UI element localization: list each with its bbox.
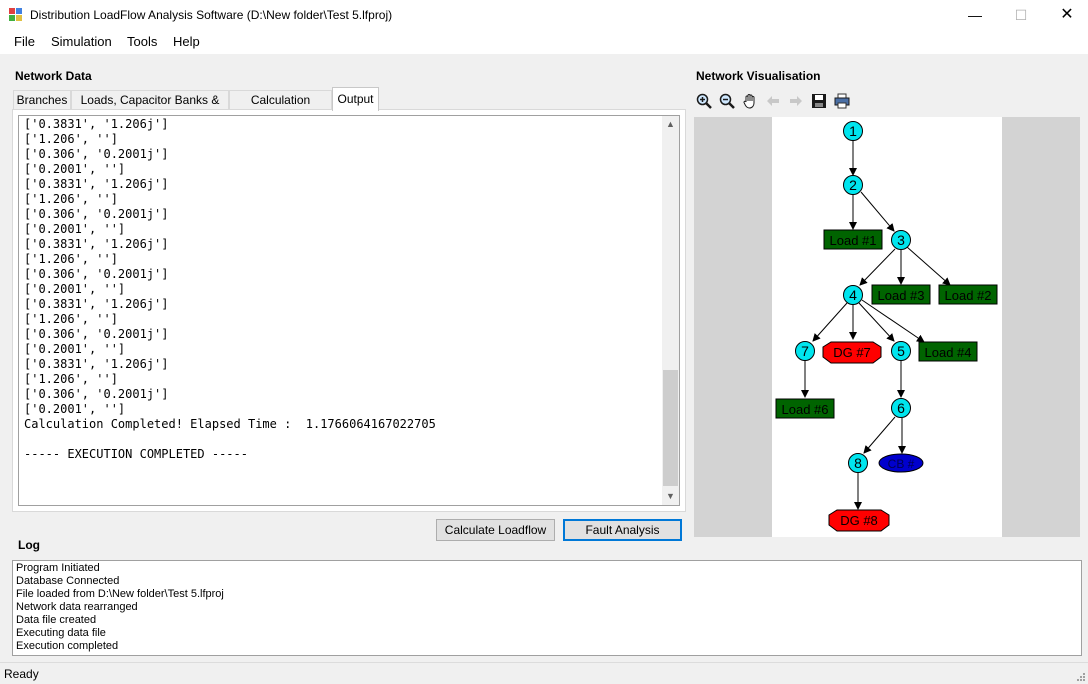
output-text: ['0.3831', '1.206j'] ['1.206', ''] ['0.306…: [24, 117, 436, 462]
output-line: ['0.2001', '']: [24, 282, 126, 296]
dg-label-8: DG #8: [840, 513, 878, 528]
edge-2-3: [860, 191, 895, 232]
bus-label-7: 7: [801, 343, 809, 359]
tab-calculation-settings[interactable]: Calculation Settings: [229, 90, 332, 126]
save-icon[interactable]: [811, 93, 827, 109]
zoom-in-icon[interactable]: [696, 93, 712, 109]
log-line: Executing data file: [16, 627, 106, 639]
load-label-3: Load #3: [878, 288, 925, 303]
output-line: ['0.306', '0.2001j']: [24, 327, 169, 341]
output-line: ----- EXECUTION COMPLETED -----: [24, 447, 248, 461]
log-line: Program Initiated: [16, 562, 100, 574]
output-line: ['1.206', '']: [24, 312, 118, 326]
output-line: ['0.3831', '1.206j']: [24, 177, 169, 191]
tab-branches[interactable]: Branches: [13, 90, 71, 110]
title-bar: Distribution LoadFlow Analysis Software …: [0, 0, 1088, 30]
scroll-down-icon[interactable]: ▼: [662, 488, 679, 505]
menu-file[interactable]: File: [14, 34, 35, 49]
bus-label-5: 5: [897, 343, 905, 359]
load-label-4: Load #4: [925, 345, 972, 360]
output-line: ['0.2001', '']: [24, 222, 126, 236]
output-line: ['1.206', '']: [24, 252, 118, 266]
output-scrollbar[interactable]: ▲ ▼: [662, 116, 679, 505]
log-line: Execution completed: [16, 640, 119, 652]
back-arrow-icon[interactable]: [765, 93, 781, 109]
load-label-1: Load #1: [830, 233, 877, 248]
output-line: ['0.3831', '1.206j']: [24, 117, 169, 131]
scroll-thumb[interactable]: [663, 370, 678, 486]
output-line: ['0.3831', '1.206j']: [24, 357, 169, 371]
log-text: Program Initiated Database Connected File …: [16, 562, 224, 653]
load-label-6: Load #6: [782, 402, 829, 417]
network-visualisation-label: Network Visualisation: [696, 69, 821, 83]
output-textbox[interactable]: ['0.3831', '1.206j'] ['1.206', ''] ['0.306…: [18, 115, 680, 506]
capacitor-label: CB #: [888, 457, 915, 471]
bus-label-8: 8: [854, 455, 862, 471]
tab-output[interactable]: Output: [332, 87, 379, 111]
log-line: Network data rearranged: [16, 601, 138, 613]
output-line: ['1.206', '']: [24, 192, 118, 206]
output-line: ['0.3831', '1.206j']: [24, 237, 169, 251]
print-icon[interactable]: [834, 93, 850, 109]
output-line: ['0.3831', '1.206j']: [24, 297, 169, 311]
bus-label-1: 1: [849, 123, 857, 139]
dg-label-7: DG #7: [833, 345, 871, 360]
output-line: ['1.206', '']: [24, 132, 118, 146]
graph-edges: [801, 141, 951, 510]
output-line: Calculation Completed! Elapsed Time : 1.…: [24, 417, 436, 431]
bus-label-6: 6: [897, 400, 905, 416]
scroll-up-icon[interactable]: ▲: [662, 116, 679, 133]
window-title: Distribution LoadFlow Analysis Software …: [30, 8, 393, 22]
status-text: Ready: [4, 667, 39, 681]
resize-grip-icon[interactable]: [1075, 671, 1085, 681]
close-icon[interactable]: ✕: [1044, 0, 1088, 30]
zoom-out-icon[interactable]: [719, 93, 735, 109]
maximize-icon[interactable]: ☐: [998, 0, 1044, 30]
bus-label-2: 2: [849, 177, 857, 193]
calculate-loadflow-button[interactable]: Calculate Loadflow: [436, 519, 555, 541]
output-line: ['1.206', '']: [24, 372, 118, 386]
edge-3-load2: [906, 246, 951, 286]
menu-bar: File Simulation Tools Help: [0, 30, 1088, 54]
bus-label-4: 4: [849, 287, 857, 303]
log-line: File loaded from D:\New folder\Test 5.lf…: [16, 588, 224, 600]
network-graph-canvas[interactable]: 1 2 3 4 5 6 7 8 Load #1 Load #3 Load #2 …: [772, 117, 1002, 537]
menu-help[interactable]: Help: [173, 34, 200, 49]
fault-analysis-button[interactable]: Fault Analysis: [563, 519, 682, 541]
log-line: Data file created: [16, 614, 97, 626]
load-label-2: Load #2: [945, 288, 992, 303]
status-bar: Ready: [0, 662, 1088, 684]
forward-arrow-icon[interactable]: [788, 93, 804, 109]
pan-hand-icon[interactable]: [742, 93, 758, 109]
menu-tools[interactable]: Tools: [127, 34, 157, 49]
menu-simulation[interactable]: Simulation: [51, 34, 112, 49]
network-visualisation-area: 1 2 3 4 5 6 7 8 Load #1 Load #3 Load #2 …: [694, 117, 1080, 537]
app-icon: [9, 8, 23, 22]
edge-4-5: [858, 302, 895, 342]
log-textbox[interactable]: Program Initiated Database Connected File …: [12, 560, 1082, 656]
edge-3-4: [859, 248, 896, 286]
edge-4-load4: [861, 299, 925, 343]
output-line: ['0.306', '0.2001j']: [24, 267, 169, 281]
output-line: ['0.306', '0.2001j']: [24, 147, 169, 161]
output-line: ['0.306', '0.2001j']: [24, 207, 169, 221]
minimize-icon[interactable]: —: [952, 0, 998, 30]
log-line: Database Connected: [16, 575, 120, 587]
output-line: ['0.2001', '']: [24, 402, 126, 416]
network-data-label: Network Data: [15, 69, 92, 83]
output-line: ['0.2001', '']: [24, 162, 126, 176]
edge-4-7: [812, 302, 848, 342]
output-line: ['0.2001', '']: [24, 342, 126, 356]
edge-6-8: [863, 416, 896, 454]
tab-loads-capacitor-dgs[interactable]: Loads, Capacitor Banks & DGs: [71, 90, 229, 126]
output-line: ['0.306', '0.2001j']: [24, 387, 169, 401]
bus-label-3: 3: [897, 232, 905, 248]
network-graph: 1 2 3 4 5 6 7 8 Load #1 Load #3 Load #2 …: [775, 121, 998, 532]
log-label: Log: [18, 538, 40, 552]
